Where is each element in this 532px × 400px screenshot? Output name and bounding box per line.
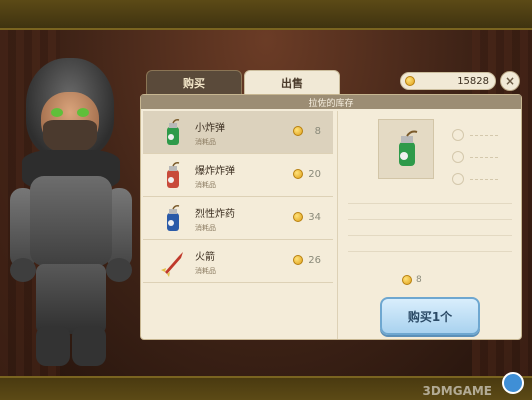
tab-buy[interactable]: 购买 (146, 70, 242, 96)
left-eye (51, 108, 63, 117)
right-eye (77, 108, 89, 117)
coin-icon (402, 275, 412, 285)
right-boot (72, 326, 106, 366)
shopkeeper-character (8, 58, 133, 368)
item-price: 26 (293, 255, 321, 266)
small-bomb-icon (167, 119, 180, 145)
dynamite-icon (167, 205, 180, 231)
description-line (348, 251, 512, 252)
item-price: 34 (293, 212, 321, 223)
stat-slot (452, 173, 464, 185)
coin-icon (293, 126, 303, 136)
top-frame (0, 0, 532, 30)
coin-icon (293, 212, 303, 222)
list-item[interactable]: 爆炸炸弹 消耗品 20 (143, 154, 333, 197)
armor-torso (30, 176, 112, 266)
item-price-value: 34 (308, 212, 321, 223)
list-item[interactable]: 火箭 消耗品 26 (143, 240, 333, 283)
gold-amount: 15828 (457, 75, 489, 87)
item-list: 小炸弹 消耗品 8 爆炸炸弹 消耗品 20 烈性炸药 消耗品 34 火箭 消耗品… (143, 111, 333, 283)
list-item[interactable]: 烈性炸药 消耗品 34 (143, 197, 333, 240)
game-scene: 购买 出售 15828 × 拉佐的库存 小炸弹 消耗品 8 爆炸炸弹 消耗品 2… (0, 0, 532, 400)
right-fist (106, 258, 132, 282)
detail-price-value: 8 (416, 275, 422, 285)
item-price: 8 (293, 126, 321, 137)
item-name: 火箭 (195, 252, 215, 263)
stat-dash (470, 179, 498, 180)
description-line (348, 235, 512, 236)
list-item[interactable]: 小炸弹 消耗品 8 (143, 111, 333, 154)
item-detail-pane: 8 购买1个 (337, 111, 521, 339)
item-type: 消耗品 (195, 224, 216, 232)
coin-icon (405, 76, 415, 86)
small-bomb-icon (399, 130, 418, 166)
stat-slot (452, 151, 464, 163)
item-price-value: 8 (314, 126, 321, 137)
item-preview (378, 119, 434, 179)
shop-title: 拉佐的库存 (141, 95, 521, 109)
inventory-sheet: 拉佐的库存 小炸弹 消耗品 8 爆炸炸弹 消耗品 20 烈性炸药 消耗品 34 … (140, 94, 522, 340)
legs (36, 264, 106, 334)
coin-icon (293, 255, 303, 265)
stat-slot (452, 129, 464, 141)
stat-dash (470, 157, 498, 158)
watermark: 3DMGAME (422, 384, 492, 398)
left-boot (36, 326, 70, 366)
item-price-value: 20 (308, 169, 321, 180)
item-name: 小炸弹 (195, 123, 225, 134)
chat-icon[interactable] (502, 372, 524, 394)
tab-sell[interactable]: 出售 (244, 70, 340, 96)
rocket-icon (161, 252, 183, 277)
item-type: 消耗品 (195, 138, 216, 146)
item-price: 20 (293, 169, 321, 180)
item-price-value: 26 (308, 255, 321, 266)
explosive-bomb-icon (167, 162, 180, 188)
buy-one-button[interactable]: 购买1个 (380, 297, 480, 335)
gold-counter: 15828 (400, 72, 496, 90)
coin-icon (293, 169, 303, 179)
description-line (348, 203, 512, 204)
beard (43, 120, 97, 154)
close-button[interactable]: × (500, 71, 520, 91)
detail-price: 8 (402, 275, 422, 285)
left-fist (10, 258, 36, 282)
shop-panel: 购买 出售 15828 × 拉佐的库存 小炸弹 消耗品 8 爆炸炸弹 消耗品 2… (136, 66, 526, 340)
item-type: 消耗品 (195, 181, 216, 189)
stat-dash (470, 135, 498, 136)
description-line (348, 219, 512, 220)
item-name: 爆炸炸弹 (195, 166, 235, 177)
item-name: 烈性炸药 (195, 209, 235, 220)
item-type: 消耗品 (195, 267, 216, 275)
